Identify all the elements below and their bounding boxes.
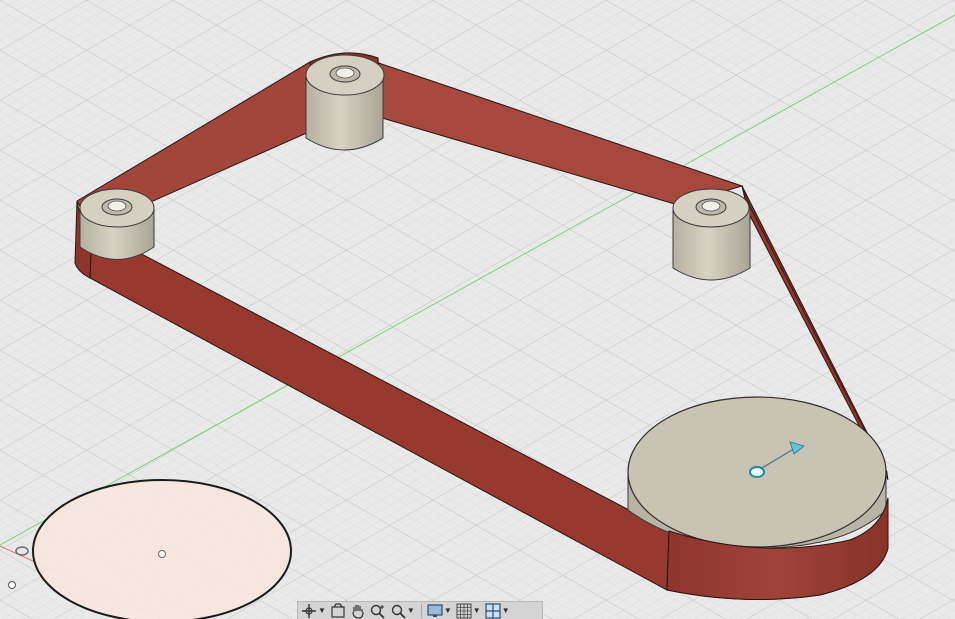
fit-zoom-icon [391,604,406,619]
zoom-icon [370,604,385,619]
pulley-top[interactable] [305,54,385,151]
orbit-icon [302,603,316,618]
chevron-down-icon: ▼ [501,606,510,615]
pulley-left[interactable] [79,188,155,260]
chevron-down-icon: ▼ [406,606,415,615]
3d-viewport-canvas[interactable] [0,0,955,619]
zoom-button[interactable] [370,603,386,619]
grid-snaps-button[interactable]: ▼ [456,603,481,619]
chevron-down-icon: ▼ [472,606,481,615]
pan-hand-icon [352,604,364,619]
sketch-circle-profile[interactable] [32,479,292,619]
display-settings-icon [427,603,443,617]
display-settings-button[interactable]: ▼ [427,603,452,619]
look-at-icon [331,602,345,618]
grid-snaps-icon [456,603,472,618]
sketch-center-point[interactable] [158,550,166,558]
navigation-toolbar: ▼ ▼ ▼ ▼ ▼ [297,601,543,619]
look-at-button[interactable] [330,602,346,619]
pan-button[interactable] [350,603,366,619]
origin-point[interactable] [8,581,16,589]
manipulator-origin-icon[interactable] [749,466,765,478]
fit-button[interactable]: ▼ [390,603,415,619]
toolbar-divider [420,603,422,618]
pulley-right[interactable] [672,188,751,281]
viewports-button[interactable]: ▼ [485,602,510,619]
chevron-down-icon: ▼ [443,606,452,615]
orbit-button[interactable]: ▼ [301,603,326,619]
viewports-icon [485,602,501,619]
chevron-down-icon: ▼ [318,606,326,615]
